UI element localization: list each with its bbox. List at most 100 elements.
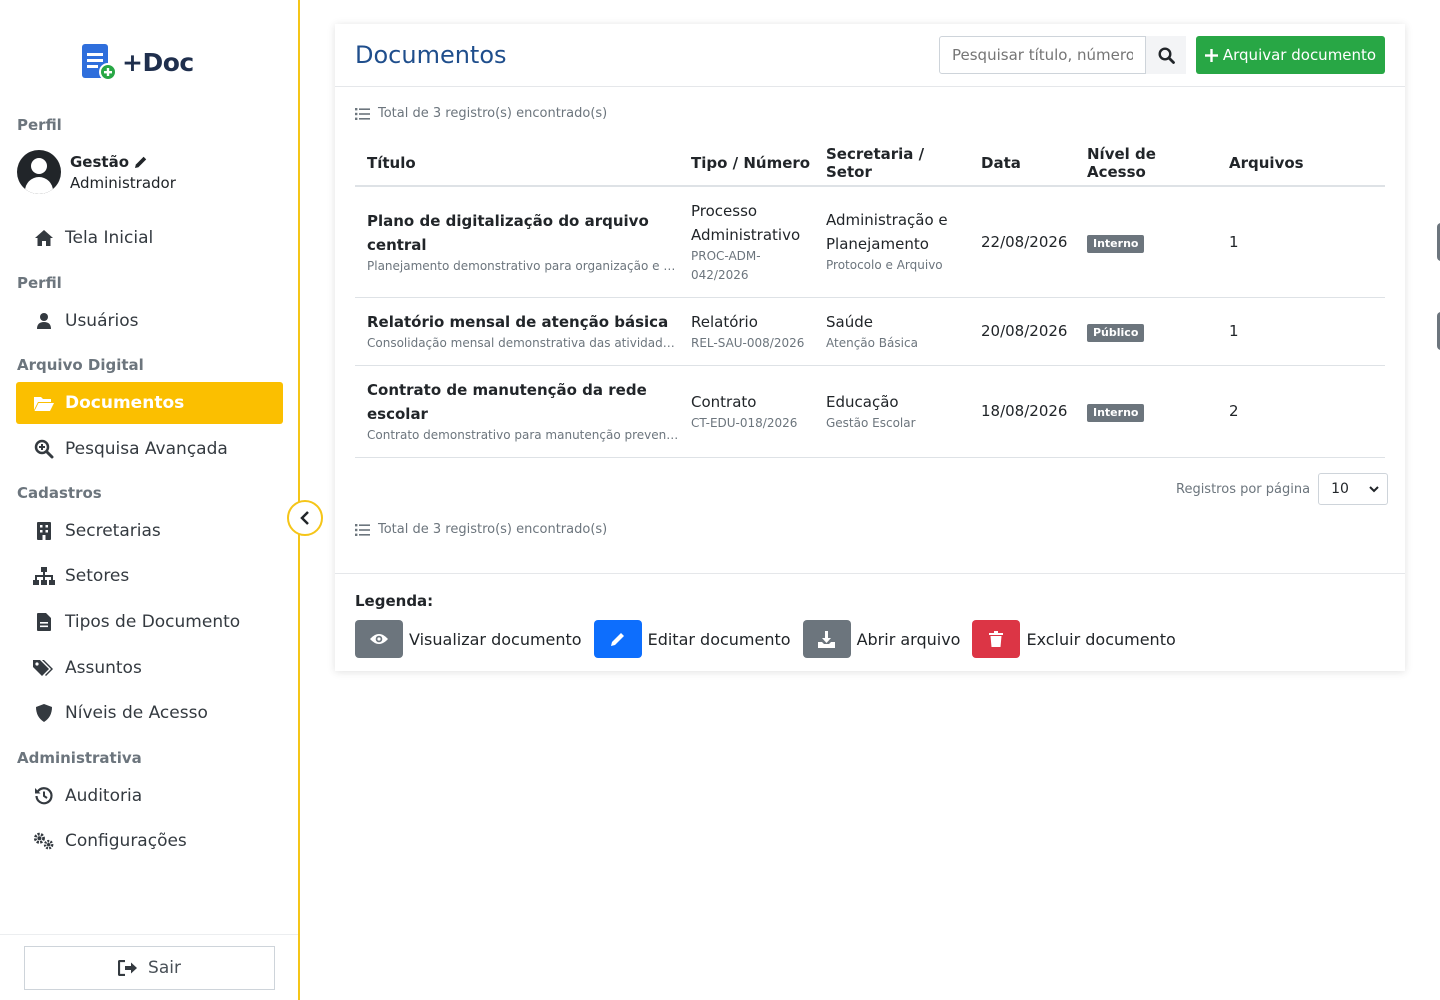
sidebar-item-sectors[interactable]: Setores xyxy=(16,555,283,597)
sidebar-item-advanced-search[interactable]: Pesquisa Avançada xyxy=(16,428,283,470)
sidebar-collapse-button[interactable] xyxy=(287,500,323,536)
column-header-title: Título xyxy=(355,140,679,187)
pencil-icon[interactable] xyxy=(134,155,148,169)
plus-icon xyxy=(1204,48,1218,62)
search-button[interactable] xyxy=(1146,36,1186,74)
archive-document-button[interactable]: Arquivar documento xyxy=(1196,36,1385,74)
avatar xyxy=(17,150,61,194)
per-page-control: Registros por página 10 xyxy=(1176,473,1389,505)
legend: Visualizar documento Editar documento Ab… xyxy=(355,620,1188,658)
sidebar-item-label: Assuntos xyxy=(65,658,142,678)
sidebar-item-documents[interactable]: Documentos xyxy=(16,382,283,424)
document-title: Plano de digitalização do arquivo centra… xyxy=(367,211,649,254)
column-header-date: Data xyxy=(969,140,1075,187)
list-icon xyxy=(355,107,370,120)
sidebar-item-label: Tela Inicial xyxy=(65,228,154,248)
sidebar-item-label: Pesquisa Avançada xyxy=(65,439,228,459)
app-name: +Doc xyxy=(122,47,194,77)
legend-view-label: Visualizar documento xyxy=(409,629,582,649)
sidebar-item-departments[interactable]: Secretarias xyxy=(16,510,283,552)
logout-button[interactable]: Sair xyxy=(24,946,275,990)
file-icon xyxy=(37,613,51,631)
access-level-badge: Interno xyxy=(1087,234,1145,253)
per-page-select[interactable]: 10 xyxy=(1318,473,1389,505)
document-date: 18/08/2026 xyxy=(969,365,1075,458)
section-admin: Administrativa xyxy=(17,749,142,767)
total-records-bottom: Total de 3 registro(s) encontrado(s) xyxy=(355,522,607,537)
sidebar-item-audit[interactable]: Auditoria xyxy=(16,775,283,817)
search-plus-icon xyxy=(34,439,54,459)
document-files-count: 1 xyxy=(1217,186,1311,298)
table-header-row: Título Tipo / Número Secretaria / Setor … xyxy=(355,140,1385,187)
app: +Doc Perfil Gestão Administrador Tela In… xyxy=(0,0,1440,1000)
section-profile-2: Perfil xyxy=(17,274,62,292)
column-header-type-number: Tipo / Número xyxy=(679,140,814,187)
legend-edit-label: Editar documento xyxy=(647,629,791,649)
chevron-left-icon xyxy=(300,511,309,525)
sidebar-item-users[interactable]: Usuários xyxy=(16,300,283,342)
row-actions xyxy=(1311,186,1440,298)
document-description: Planejamento demonstrativo para organiza… xyxy=(367,258,679,273)
document-type: Processo Administrativo xyxy=(691,201,801,244)
document-number: PROC-ADM-042/2026 xyxy=(691,248,761,282)
tags-icon xyxy=(33,660,53,676)
building-icon xyxy=(37,522,51,540)
user-profile: Gestão Administrador xyxy=(17,150,176,194)
document-number: REL-SAU-008/2026 xyxy=(691,335,805,350)
sidebar-item-home[interactable]: Tela Inicial xyxy=(16,217,283,259)
sign-out-icon xyxy=(118,960,138,976)
document-add-icon xyxy=(82,44,117,81)
document-date: 22/08/2026 xyxy=(969,186,1075,298)
row-actions xyxy=(1311,297,1440,366)
documents-card: Documentos Arquivar documento Total de 3… xyxy=(335,24,1440,671)
card-header: Documentos Arquivar documento xyxy=(335,24,1405,87)
document-department: Educação xyxy=(826,392,899,411)
sidebar-item-subjects[interactable]: Assuntos xyxy=(16,647,283,689)
user-icon xyxy=(37,313,51,329)
document-type: Contrato xyxy=(691,392,757,411)
table-row: Plano de digitalização do arquivo centra… xyxy=(355,186,1440,298)
download-icon xyxy=(818,630,836,648)
document-description: Consolidação mensal demonstrativa das at… xyxy=(367,336,679,350)
history-icon xyxy=(35,787,53,805)
legend-open-button xyxy=(802,620,851,658)
column-header-files: Arquivos xyxy=(1217,140,1311,187)
sidebar-divider xyxy=(0,934,298,935)
row-actions xyxy=(1311,365,1385,458)
sidebar-item-doc-types[interactable]: Tipos de Documento xyxy=(16,601,283,643)
document-sector: Gestão Escolar xyxy=(826,415,916,430)
search-input[interactable] xyxy=(939,36,1146,74)
legend-delete-button xyxy=(972,620,1021,658)
column-header-access-level: Nível de Acesso xyxy=(1075,140,1217,187)
document-department: Administração e Planejamento xyxy=(826,211,948,254)
folder-open-icon xyxy=(34,397,54,411)
app-logo[interactable]: +Doc xyxy=(80,42,194,82)
page-title: Documentos xyxy=(355,41,507,69)
total-records-text: Total de 3 registro(s) encontrado(s) xyxy=(378,106,608,121)
sidebar-item-label: Configurações xyxy=(65,831,187,851)
shield-icon xyxy=(36,704,52,722)
column-header-department-sector: Secretaria / Setor xyxy=(814,140,969,187)
document-title: Relatório mensal de atenção básica xyxy=(367,313,669,331)
column-header-actions xyxy=(1311,140,1385,187)
legend-view-button xyxy=(355,620,403,658)
access-level-badge: Interno xyxy=(1087,404,1145,422)
document-files-count: 1 xyxy=(1217,297,1311,366)
sidebar-item-settings[interactable]: Configurações xyxy=(16,820,283,862)
access-level-badge: Público xyxy=(1087,324,1145,342)
legend-open-label: Abrir arquivo xyxy=(856,629,961,649)
section-archive: Arquivo Digital xyxy=(17,356,144,374)
sidebar-item-label: Usuários xyxy=(65,311,139,331)
sidebar-item-label: Auditoria xyxy=(65,786,143,806)
sidebar-item-access-levels[interactable]: Níveis de Acesso xyxy=(16,692,283,734)
pencil-icon xyxy=(610,633,624,646)
sidebar-item-label: Setores xyxy=(65,566,130,586)
user-role: Administrador xyxy=(70,173,176,192)
legend-delete-label: Excluir documento xyxy=(1026,629,1176,649)
document-date: 20/08/2026 xyxy=(969,297,1075,366)
document-title: Contrato de manutenção da rede escolar xyxy=(367,381,647,423)
search-group xyxy=(939,36,1186,74)
table-row: Relatório mensal de atenção básica Conso… xyxy=(355,297,1440,366)
total-records-text: Total de 3 registro(s) encontrado(s) xyxy=(378,522,608,537)
sitemap-icon xyxy=(33,567,55,585)
